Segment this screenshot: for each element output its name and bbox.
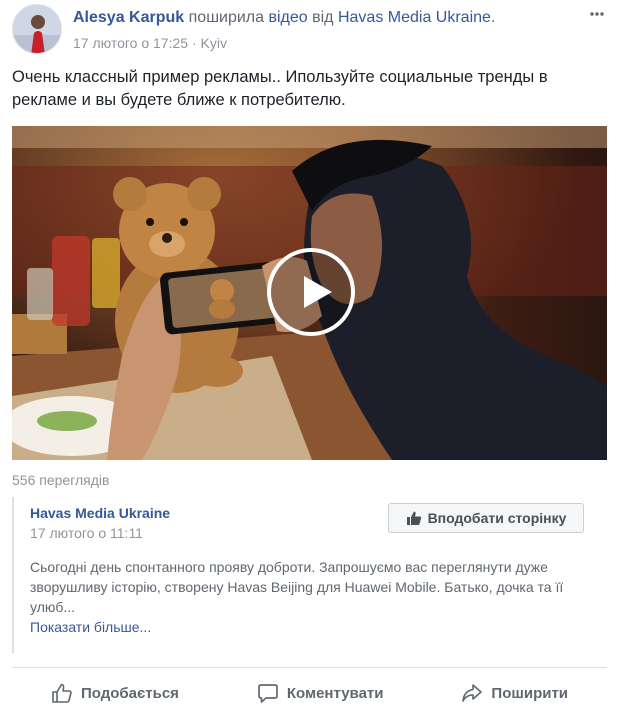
shared-post-date[interactable]: 17 лютого о 11:11 — [30, 525, 143, 541]
from-text: від — [312, 9, 334, 26]
like-button[interactable]: Подобається — [51, 676, 179, 710]
see-more-link[interactable]: Показати більше... — [30, 619, 151, 635]
more-horizontal-icon — [590, 12, 604, 16]
post-body-text: Очень классный пример рекламы.. Ипользуй… — [12, 68, 548, 109]
view-count: 556 переглядів — [12, 472, 110, 488]
header-period: . — [490, 9, 496, 26]
play-button[interactable] — [267, 248, 355, 336]
like-page-button[interactable]: Вподобати сторінку — [388, 503, 584, 533]
meta-separator: · — [191, 35, 197, 51]
comment-button[interactable]: Коментувати — [257, 676, 384, 710]
video-link[interactable]: відео — [268, 9, 307, 26]
shared-text: поширила — [188, 9, 265, 26]
author-name-link[interactable]: Alesya Karpuk — [73, 9, 184, 26]
post-header: Alesya Karpuk поширила відео від Havas M… — [73, 8, 495, 28]
action-bar: Подобається Коментувати Поширити — [12, 676, 607, 710]
thumbs-up-icon — [406, 511, 421, 525]
comment-icon — [258, 684, 278, 703]
shared-description: Сьогодні день спонтанного прояву доброти… — [30, 559, 564, 615]
post-meta: 17 лютого о 17:25 · Kyiv — [73, 35, 227, 51]
actions-divider — [12, 667, 607, 668]
like-label: Подобається — [80, 684, 179, 702]
thumbs-up-icon — [52, 683, 72, 703]
share-arrow-icon — [462, 684, 483, 702]
shared-page-name-link[interactable]: Havas Media Ukraine — [30, 505, 170, 521]
video-player[interactable] — [12, 126, 607, 460]
share-label: Поширити — [491, 684, 569, 702]
source-page-link[interactable]: Havas Media Ukraine — [338, 9, 491, 26]
shared-post-box: Havas Media Ukraine 17 лютого о 11:11 Вп… — [12, 497, 607, 653]
comment-label: Коментувати — [286, 684, 384, 702]
post-location[interactable]: Kyiv — [201, 35, 227, 51]
share-button[interactable]: Поширити — [461, 676, 568, 710]
post-timestamp[interactable]: 17 лютого о 17:25 — [73, 35, 188, 51]
like-page-label: Вподобати сторінку — [427, 510, 567, 526]
author-avatar[interactable] — [12, 4, 62, 54]
more-options-button[interactable] — [589, 6, 605, 22]
